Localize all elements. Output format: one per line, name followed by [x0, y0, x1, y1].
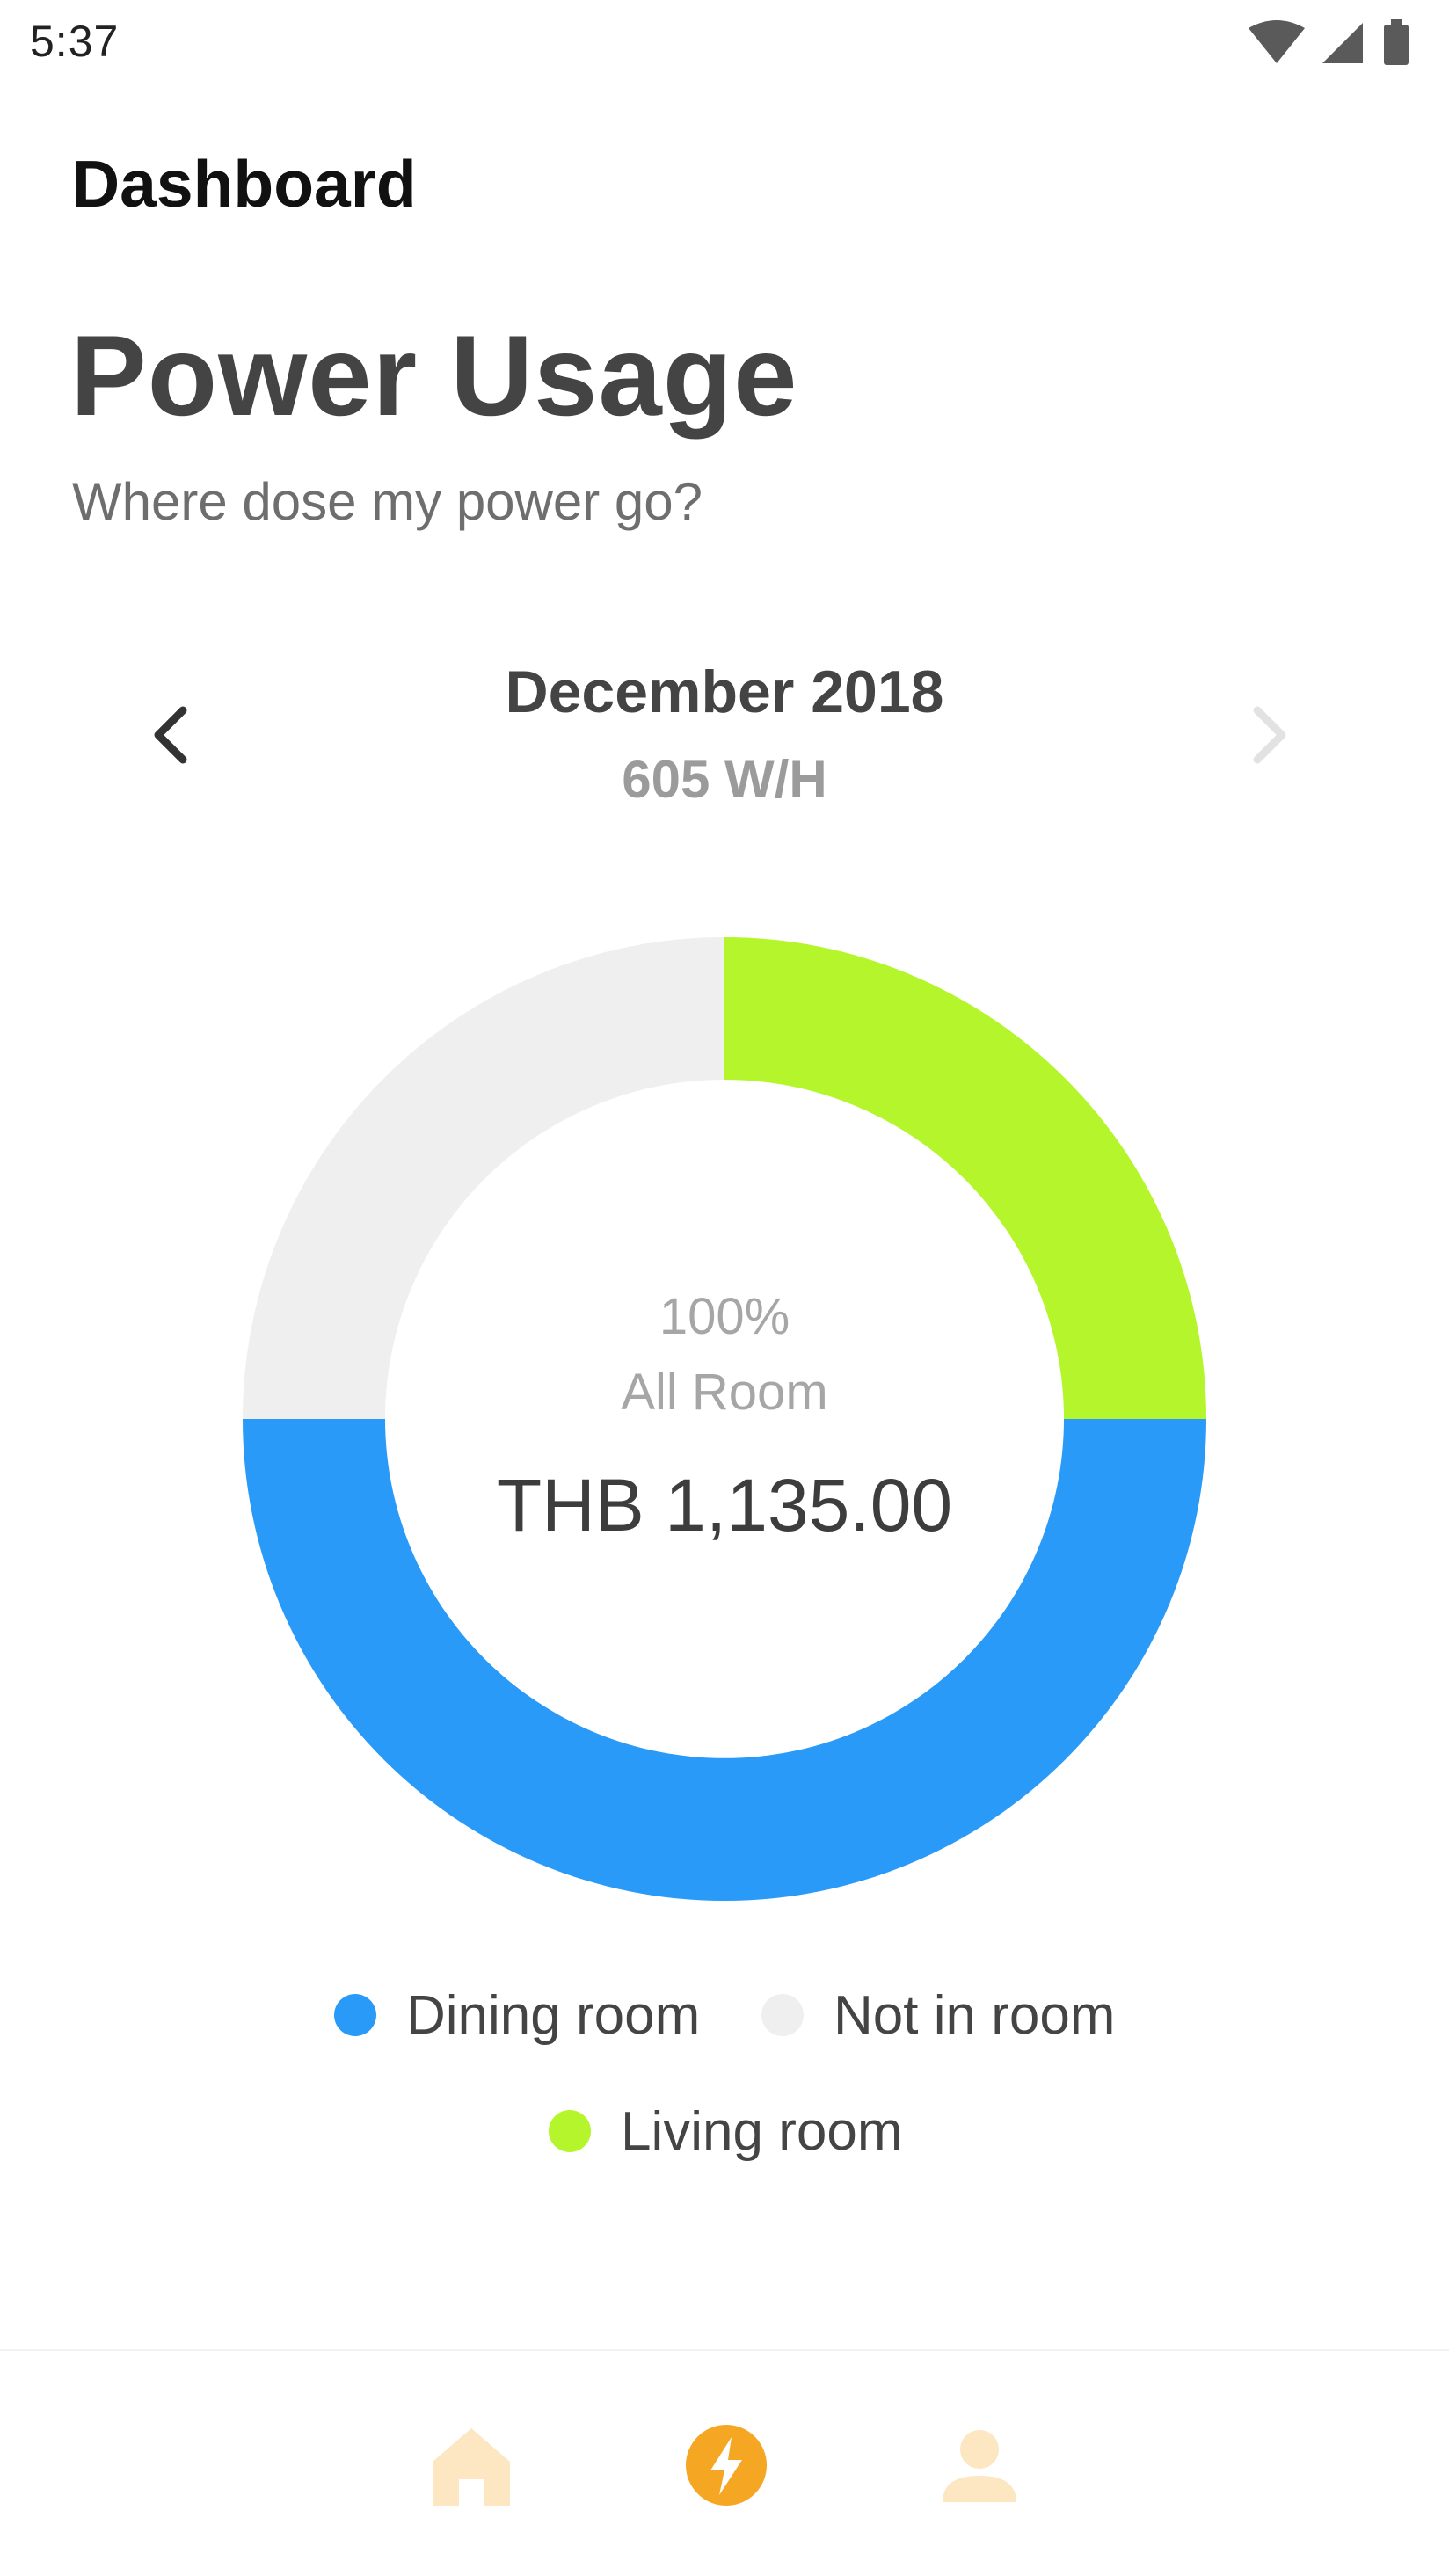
status-bar: 5:37	[0, 0, 1449, 88]
app-title: Dashboard	[72, 147, 417, 221]
donut-slice-not-in-room	[243, 937, 724, 1419]
home-icon[interactable]	[427, 2421, 515, 2509]
chart-center-label: All Room	[621, 1364, 828, 1421]
legend-item-not-in-room: Not in room	[761, 1980, 1115, 2050]
chevron-right-icon[interactable]	[1240, 703, 1296, 767]
period-usage: 605 W/H	[622, 750, 827, 809]
donut-slice-living-room	[724, 937, 1206, 1419]
legend-item-dining-room: Dining room	[334, 1980, 700, 2050]
legend-dot	[549, 2110, 591, 2152]
page-subtitle: Where dose my power go?	[72, 472, 703, 531]
status-time: 5:37	[30, 17, 120, 66]
legend-label: Not in room	[834, 1984, 1116, 2046]
chart-center-percent: 100%	[659, 1288, 790, 1345]
period-label: December 2018	[505, 659, 944, 725]
user-icon[interactable]	[936, 2421, 1023, 2509]
chart-center-amount: THB 1,135.00	[496, 1464, 953, 1546]
cell-signal-icon	[1322, 23, 1363, 63]
legend-label: Living room	[621, 2100, 903, 2162]
legend-item-living-room: Living room	[549, 2096, 902, 2166]
lightning-icon[interactable]	[682, 2421, 770, 2509]
legend-dot	[334, 1994, 376, 2036]
legend-dot	[761, 1994, 804, 2036]
status-icons	[1249, 19, 1409, 65]
legend-label: Dining room	[406, 1984, 701, 2046]
bottom-nav	[0, 2349, 1449, 2576]
battery-icon	[1384, 19, 1409, 65]
wifi-icon	[1249, 20, 1305, 63]
page-title: Power Usage	[70, 311, 798, 440]
